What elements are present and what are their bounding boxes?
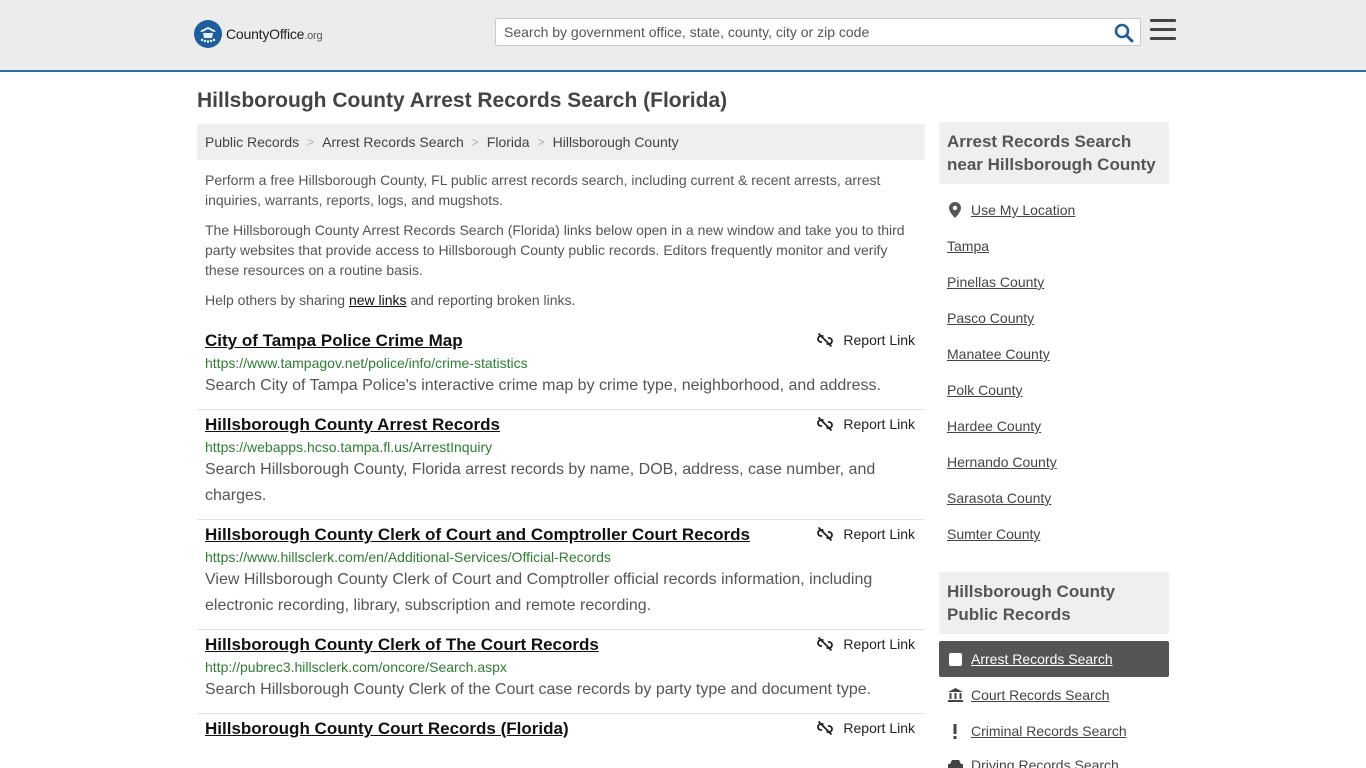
new-links-link[interactable]: new links [349, 292, 407, 308]
use-my-location-link[interactable]: Use My Location [971, 202, 1075, 218]
result-title-link[interactable]: City of Tampa Police Crime Map [205, 330, 463, 352]
result-description: View Hillsborough County Clerk of Court … [205, 571, 873, 614]
result-item: Hillsborough County Arrest Records Repor… [197, 410, 925, 520]
result-url: https://www.hillsclerk.com/en/Additional… [205, 549, 611, 565]
result-url: https://webapps.hcso.tampa.fl.us/ArrestI… [205, 439, 493, 455]
exclamation-icon [947, 723, 963, 739]
court-records-search-link[interactable]: Court Records Search [971, 687, 1110, 703]
broken-link-icon [817, 720, 834, 736]
nearby-link-hardee[interactable]: Hardee County [947, 418, 1041, 434]
report-link-label: Report Link [843, 416, 915, 432]
intro-paragraph-2: The Hillsborough County Arrest Records S… [205, 222, 905, 278]
report-link-button[interactable]: Report Link [817, 416, 915, 432]
breadcrumb-public-records[interactable]: Public Records [205, 134, 299, 150]
nearby-link-tampa[interactable]: Tampa [947, 238, 989, 254]
result-url: http://pubrec3.hillsclerk.com/oncore/Sea… [205, 659, 507, 675]
logo-seal-icon [194, 20, 222, 48]
report-link-button[interactable]: Report Link [817, 636, 915, 652]
sidebar-item-court-records: Court Records Search [947, 687, 1110, 703]
broken-link-icon [817, 636, 834, 652]
report-link-label: Report Link [843, 332, 915, 348]
logo-text: CountyOffice.org [226, 26, 323, 42]
breadcrumb-florida[interactable]: Florida [487, 134, 530, 150]
report-link-label: Report Link [843, 720, 915, 736]
broken-link-icon [817, 332, 834, 348]
breadcrumb-separator: > [537, 135, 545, 149]
result-description: Search Hillsborough County Clerk of the … [205, 681, 872, 698]
page-title: Hillsborough County Arrest Records Searc… [197, 89, 728, 112]
intro-text: and reporting broken links. [406, 292, 576, 308]
breadcrumb-hillsborough-county[interactable]: Hillsborough County [553, 134, 679, 150]
result-title-link[interactable]: Hillsborough County Clerk of The Court R… [205, 634, 599, 656]
result-description: Search City of Tampa Police's interactiv… [205, 377, 881, 394]
result-item: Hillsborough County Clerk of Court and C… [197, 520, 925, 630]
nearby-heading: Arrest Records Search near Hillsborough … [939, 122, 1169, 184]
breadcrumb: Public Records > Arrest Records Search >… [197, 124, 925, 160]
result-url: https://www.tampagov.net/police/info/cri… [205, 355, 528, 371]
result-item: Hillsborough County Clerk of The Court R… [197, 630, 925, 714]
nearby-link-polk[interactable]: Polk County [947, 382, 1022, 398]
car-icon [947, 759, 963, 768]
square-icon [949, 652, 962, 666]
breadcrumb-separator: > [307, 135, 315, 149]
logo-suffix: .org [304, 30, 323, 42]
result-item: Hillsborough County Court Records (Flori… [197, 714, 925, 750]
result-item: City of Tampa Police Crime Map Report Li… [197, 326, 925, 410]
site-logo[interactable]: CountyOffice.org [194, 20, 323, 48]
intro-text: Help others by sharing [205, 292, 349, 308]
result-title-link[interactable]: Hillsborough County Clerk of Court and C… [205, 524, 750, 546]
map-pin-icon [947, 202, 963, 218]
nearby-link-sarasota[interactable]: Sarasota County [947, 490, 1051, 506]
nearby-link-pasco[interactable]: Pasco County [947, 310, 1034, 326]
public-records-heading: Hillsborough County Public Records [939, 572, 1169, 634]
search-bar [495, 18, 1141, 46]
sidebar-item-criminal-records: Criminal Records Search [947, 723, 1127, 739]
breadcrumb-arrest-records-search[interactable]: Arrest Records Search [322, 134, 464, 150]
courthouse-icon [947, 688, 963, 702]
report-link-label: Report Link [843, 526, 915, 542]
report-link-button[interactable]: Report Link [817, 720, 915, 736]
logo-name: CountyOffice [226, 26, 305, 42]
breadcrumb-separator: > [471, 135, 479, 149]
nearby-link-pinellas[interactable]: Pinellas County [947, 274, 1044, 290]
use-location-item: Use My Location [947, 202, 1075, 218]
report-link-button[interactable]: Report Link [817, 526, 915, 542]
broken-link-icon [817, 526, 834, 542]
hamburger-menu-icon[interactable] [1150, 19, 1176, 43]
intro-paragraph-3: Help others by sharing new links and rep… [205, 290, 915, 310]
result-title-link[interactable]: Hillsborough County Court Records (Flori… [205, 718, 569, 740]
report-link-button[interactable]: Report Link [817, 332, 915, 348]
report-link-label: Report Link [843, 636, 915, 652]
nearby-link-sumter[interactable]: Sumter County [947, 526, 1040, 542]
driving-records-search-link[interactable]: Driving Records Search [971, 757, 1119, 768]
intro-paragraph-1: Perform a free Hillsborough County, FL p… [205, 172, 881, 208]
result-description: Search Hillsborough County, Florida arre… [205, 461, 876, 504]
site-header: CountyOffice.org [0, 0, 1366, 72]
results-list: City of Tampa Police Crime Map Report Li… [197, 326, 925, 750]
nearby-link-manatee[interactable]: Manatee County [947, 346, 1050, 362]
arrest-records-search-link[interactable]: Arrest Records Search [971, 651, 1113, 667]
sidebar-item-driving-records: Driving Records Search [947, 757, 1119, 768]
criminal-records-search-link[interactable]: Criminal Records Search [971, 723, 1127, 739]
broken-link-icon [817, 416, 834, 432]
sidebar-item-arrest-records-active[interactable]: Arrest Records Search [939, 641, 1169, 677]
search-icon[interactable] [1114, 23, 1134, 43]
result-title-link[interactable]: Hillsborough County Arrest Records [205, 414, 500, 436]
nearby-link-hernando[interactable]: Hernando County [947, 454, 1057, 470]
search-input[interactable] [496, 19, 1096, 45]
